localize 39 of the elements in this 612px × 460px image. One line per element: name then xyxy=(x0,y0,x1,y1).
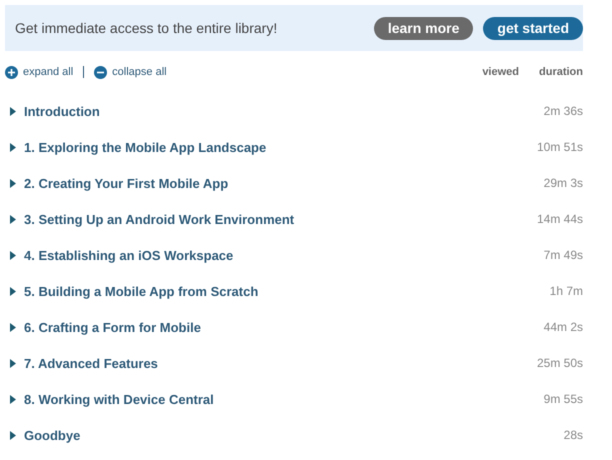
learn-more-button[interactable]: learn more xyxy=(374,16,474,40)
caret-right-icon[interactable] xyxy=(10,430,16,440)
column-header: duration xyxy=(538,66,583,78)
plus-circle-icon xyxy=(5,66,18,78)
expand-all-link[interactable]: expand all xyxy=(5,66,74,78)
chapter-duration: 29m 3s xyxy=(544,176,583,190)
chapter-duration: 7m 49s xyxy=(544,248,583,262)
caret-right-icon[interactable] xyxy=(10,394,16,404)
chapter-title[interactable]: 8. Working with Device Central xyxy=(24,392,544,406)
caret-right-icon[interactable] xyxy=(10,214,16,224)
chapter-title[interactable]: 2. Creating Your First Mobile App xyxy=(24,176,544,190)
chapter-duration: 10m 51s xyxy=(536,140,583,154)
chapter-duration: 9m 55s xyxy=(544,392,583,406)
chapter-title[interactable]: 4. Establishing an iOS Workspace xyxy=(24,248,544,262)
minus-circle-icon xyxy=(94,66,108,78)
chapter-duration: 44m 2s xyxy=(544,320,583,334)
caret-right-icon[interactable] xyxy=(10,358,16,368)
caret-right-icon[interactable] xyxy=(10,178,16,188)
caret-right-icon[interactable] xyxy=(10,286,16,296)
caret-right-icon[interactable] xyxy=(10,106,16,116)
chapter-duration: 25m 50s xyxy=(536,356,583,370)
caret-right-icon[interactable] xyxy=(10,142,16,152)
caret-right-icon[interactable] xyxy=(10,322,16,332)
promo-message: Get immediate access to the entire library! xyxy=(15,20,278,36)
chapter-title[interactable]: 6. Crafting a Form for Mobile xyxy=(24,320,544,334)
chapter-duration: 1h 7m xyxy=(550,284,583,298)
column-header: viewed xyxy=(482,66,519,78)
collapse-all-link[interactable]: collapse all xyxy=(94,66,167,78)
chapter-title[interactable]: 5. Building a Mobile App from Scratch xyxy=(24,284,550,298)
chapter-duration: 2m 36s xyxy=(544,104,583,118)
caret-right-icon[interactable] xyxy=(10,250,16,260)
chapter-duration: 28s xyxy=(564,428,583,442)
chapter-title[interactable]: 3. Setting Up an Android Work Environment xyxy=(24,212,537,226)
get-started-button[interactable]: get started xyxy=(483,16,583,40)
chapter-duration: 14m 44s xyxy=(536,212,583,226)
chapter-title[interactable]: 7. Advanced Features xyxy=(24,356,537,370)
chapter-title[interactable]: Goodbye xyxy=(24,428,564,442)
chapter-title[interactable]: 1. Exploring the Mobile App Landscape xyxy=(24,140,537,154)
chapter-title[interactable]: Introduction xyxy=(24,104,544,118)
